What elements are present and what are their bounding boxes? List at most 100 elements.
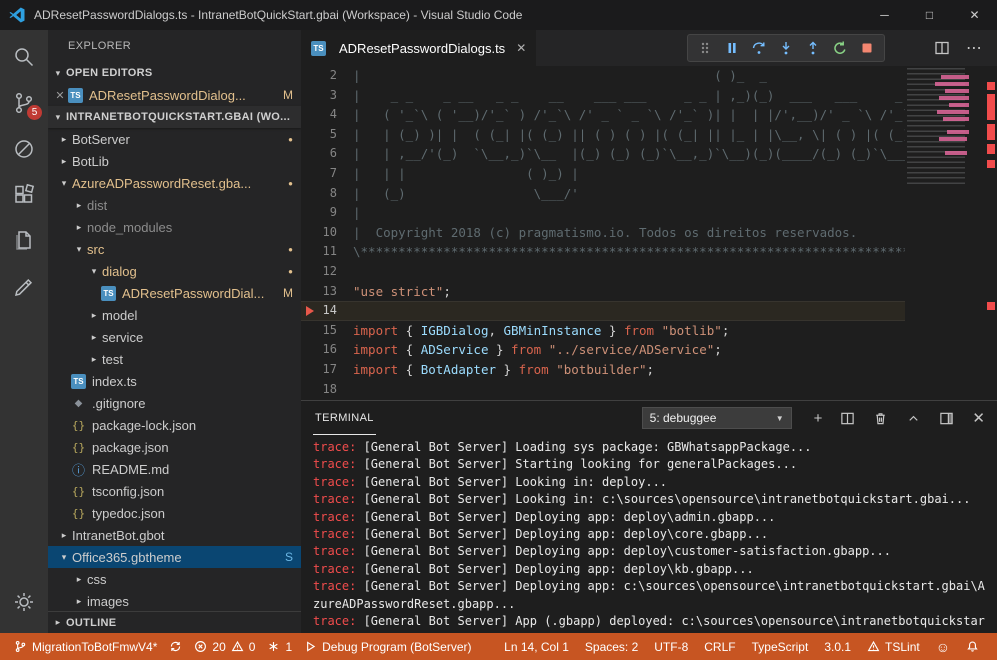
tree-item[interactable]: {}package.json <box>48 436 301 458</box>
code-text: | (_) \___/' | <box>353 184 905 204</box>
close-editor-icon[interactable]: ✕ <box>52 89 68 102</box>
tree-item-label: test <box>102 352 123 367</box>
encoding[interactable]: UTF-8 <box>646 633 696 660</box>
restart-icon[interactable] <box>828 36 852 60</box>
search-icon[interactable] <box>0 34 48 80</box>
minimize-button[interactable]: ─ <box>862 0 907 30</box>
tree-item[interactable]: ▾dialog● <box>48 260 301 282</box>
tree-item[interactable]: ▸dist <box>48 194 301 216</box>
tree-item[interactable]: ▸test <box>48 348 301 370</box>
error-mark <box>987 94 995 120</box>
tslint-status[interactable]: TSLint <box>859 633 928 660</box>
error-mark <box>987 82 995 90</box>
tree-item[interactable]: ▸BotLib <box>48 150 301 172</box>
code-text: | _ _ _ __ _ _ __ ___ ___ _ _ | ,_)(_) _… <box>353 86 905 106</box>
new-terminal-icon[interactable]: + <box>814 410 823 427</box>
tree-item[interactable]: ▾Office365.gbthemeS <box>48 546 301 568</box>
editor-tab[interactable]: TS ADResetPasswordDialogs.ts ✕ <box>301 30 536 66</box>
extra-indicator-item[interactable]: 1 <box>261 633 298 660</box>
more-actions-icon[interactable]: ⋯ <box>966 38 983 58</box>
settings-gear-icon[interactable] <box>0 579 48 625</box>
tree-item[interactable]: ▸BotServer● <box>48 128 301 150</box>
code-line: 8| (_) \___/' | <box>301 184 905 204</box>
overview-ruler[interactable] <box>985 66 997 400</box>
feedback-smiley[interactable]: ☺ <box>928 633 958 660</box>
eol-sequence[interactable]: CRLF <box>696 633 743 660</box>
tree-item[interactable]: ▸model <box>48 304 301 326</box>
code-text: "use strict"; <box>353 282 451 302</box>
scm-badge: 5 <box>27 105 42 120</box>
split-editor-icon[interactable] <box>934 40 950 56</box>
branch-icon <box>14 640 27 653</box>
problems-item[interactable]: 20 0 <box>188 633 261 660</box>
explorer-files-icon[interactable] <box>0 218 48 264</box>
code-editor[interactable]: 2| ( )_ _ |3| _ _ _ __ _ _ __ ___ ___ _ … <box>301 66 997 400</box>
tree-item[interactable]: ▸IntranetBot.gbot <box>48 524 301 546</box>
git-branch-item[interactable]: MigrationToBotFmwV4* <box>8 633 163 660</box>
open-editor-label: ADResetPasswordDialog... <box>89 88 246 103</box>
edit-pencil-icon[interactable] <box>0 264 48 310</box>
minimap[interactable] <box>905 66 985 400</box>
close-panel-icon[interactable]: ✕ <box>972 409 985 427</box>
tab-terminal[interactable]: TERMINAL <box>313 401 376 435</box>
tree-item[interactable]: ▸service <box>48 326 301 348</box>
tree-item[interactable]: ⓘREADME.md <box>48 458 301 480</box>
kill-terminal-trash-icon[interactable] <box>873 411 888 426</box>
indentation[interactable]: Spaces: 2 <box>577 633 646 660</box>
tree-item-label: IntranetBot.gbot <box>72 528 165 543</box>
debug-status-item[interactable]: Debug Program (BotServer) <box>298 633 477 660</box>
tree-item[interactable]: ▾AzureADPasswordReset.gba...● <box>48 172 301 194</box>
debug-icon[interactable] <box>0 126 48 172</box>
open-editors-header[interactable]: ▾ OPEN EDITORS <box>48 62 301 84</box>
tree-item[interactable]: {}typedoc.json <box>48 502 301 524</box>
terminal-output[interactable]: trace: [General Bot Server] Loading sys … <box>301 435 997 633</box>
code-line: 18 <box>301 380 905 400</box>
workspace-header[interactable]: ▾ INTRANETBOTQUICKSTART.GBAI (WO... <box>48 106 301 128</box>
tree-item[interactable]: ▸node_modules <box>48 216 301 238</box>
error-icon <box>194 640 207 653</box>
sync-item[interactable] <box>163 633 188 660</box>
outline-header[interactable]: ▸ OUTLINE <box>48 611 301 633</box>
tree-item[interactable]: ▾src● <box>48 238 301 260</box>
modified-dot-badge: ● <box>288 267 293 276</box>
step-out-icon[interactable] <box>801 36 825 60</box>
tree-item[interactable]: ▸images <box>48 590 301 612</box>
code-line: 4| ( '_`\ ( '__)/'_` ) /'_`\ /' _ ` _ `\… <box>301 105 905 125</box>
grip-handle-icon[interactable] <box>693 36 717 60</box>
close-tab-icon[interactable]: ✕ <box>516 41 526 55</box>
tab-label: ADResetPasswordDialogs.ts <box>339 41 505 56</box>
pause-icon[interactable] <box>720 36 744 60</box>
maximize-panel-icon[interactable] <box>906 411 921 426</box>
close-button[interactable]: ✕ <box>952 0 997 30</box>
stop-icon[interactable] <box>855 36 879 60</box>
step-into-icon[interactable] <box>774 36 798 60</box>
chevron-right-icon: ▸ <box>50 617 66 628</box>
extensions-icon[interactable] <box>0 172 48 218</box>
step-over-icon[interactable] <box>747 36 771 60</box>
tree-item[interactable]: TSindex.ts <box>48 370 301 392</box>
tree-item[interactable]: ◆.gitignore <box>48 392 301 414</box>
debug-play-icon <box>304 640 317 653</box>
open-editor-item[interactable]: ✕ TS ADResetPasswordDialog... M <box>48 84 301 106</box>
tree-item[interactable]: {}tsconfig.json <box>48 480 301 502</box>
maximize-button[interactable]: □ <box>907 0 952 30</box>
debug-config-label: Debug Program (BotServer) <box>322 640 471 654</box>
split-terminal-icon[interactable] <box>840 411 855 426</box>
tree-item[interactable]: {}package-lock.json <box>48 414 301 436</box>
error-mark <box>987 160 995 168</box>
tree-item[interactable]: ▸css <box>48 568 301 590</box>
typescript-file-icon: TS <box>101 286 116 301</box>
line-number: 4 <box>301 105 337 125</box>
terminal-select[interactable]: 5: debuggee ▼ <box>642 407 792 429</box>
line-number: 3 <box>301 86 337 106</box>
panel-layout-icon[interactable] <box>939 411 954 426</box>
source-control-icon[interactable]: 5 <box>0 80 48 126</box>
typescript-version[interactable]: 3.0.1 <box>816 633 859 660</box>
language-mode[interactable]: TypeScript <box>744 633 817 660</box>
code-text: | | ,__/'(_) `\__,_)`\__ |(_) (_) (_)`\_… <box>353 144 905 164</box>
json-file-icon: {} <box>71 419 86 432</box>
cursor-position[interactable]: Ln 14, Col 1 <box>496 633 577 660</box>
notifications-bell[interactable] <box>958 633 987 660</box>
tree-item[interactable]: TSADResetPasswordDial...M <box>48 282 301 304</box>
readme-info-icon: ⓘ <box>71 460 86 479</box>
